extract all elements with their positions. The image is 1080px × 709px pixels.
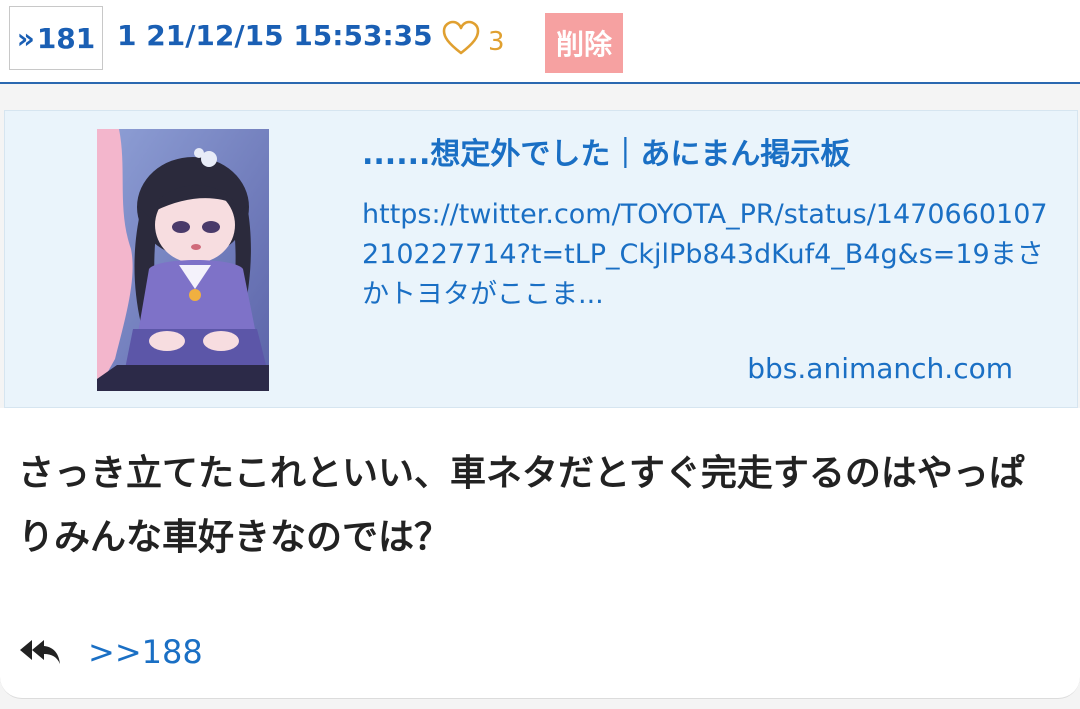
post-body: さっき立てたこれといい、車ネタだとすぐ完走するのはやっぱりみんな車好きなのでは？… <box>0 408 1080 699</box>
reply-all-icon[interactable] <box>18 636 62 666</box>
res-number-label: 181 <box>36 21 96 55</box>
link-preview-card[interactable]: ......想定外でした｜あにまん掲示板 https://twitter.com… <box>4 110 1078 408</box>
post-message: さっき立てたこれといい、車ネタだとすぐ完走するのはやっぱりみんな車好きなのでは？ <box>18 453 1025 558</box>
reply-anchor-link[interactable]: >>188 <box>88 632 203 672</box>
post-header: » 181 1 21/12/15 15:53:35 3 削除 <box>0 0 1080 84</box>
like-count: 3 <box>488 27 505 57</box>
delete-button[interactable]: 削除 <box>545 13 623 73</box>
link-card-domain: bbs.animanch.com <box>747 352 1013 385</box>
link-thumbnail <box>97 129 269 391</box>
double-chevron-icon: » <box>16 21 35 55</box>
link-card-description: https://twitter.com/TOYOTA_PR/status/147… <box>362 199 1048 310</box>
heart-icon[interactable] <box>442 20 480 56</box>
res-number-button[interactable]: » 181 <box>9 6 103 70</box>
link-card-title: ......想定外でした｜あにまん掲示板 <box>362 137 851 172</box>
post-container: » 181 1 21/12/15 15:53:35 3 削除 ......想定外… <box>0 0 1080 709</box>
post-meta: 1 21/12/15 15:53:35 <box>117 19 433 52</box>
